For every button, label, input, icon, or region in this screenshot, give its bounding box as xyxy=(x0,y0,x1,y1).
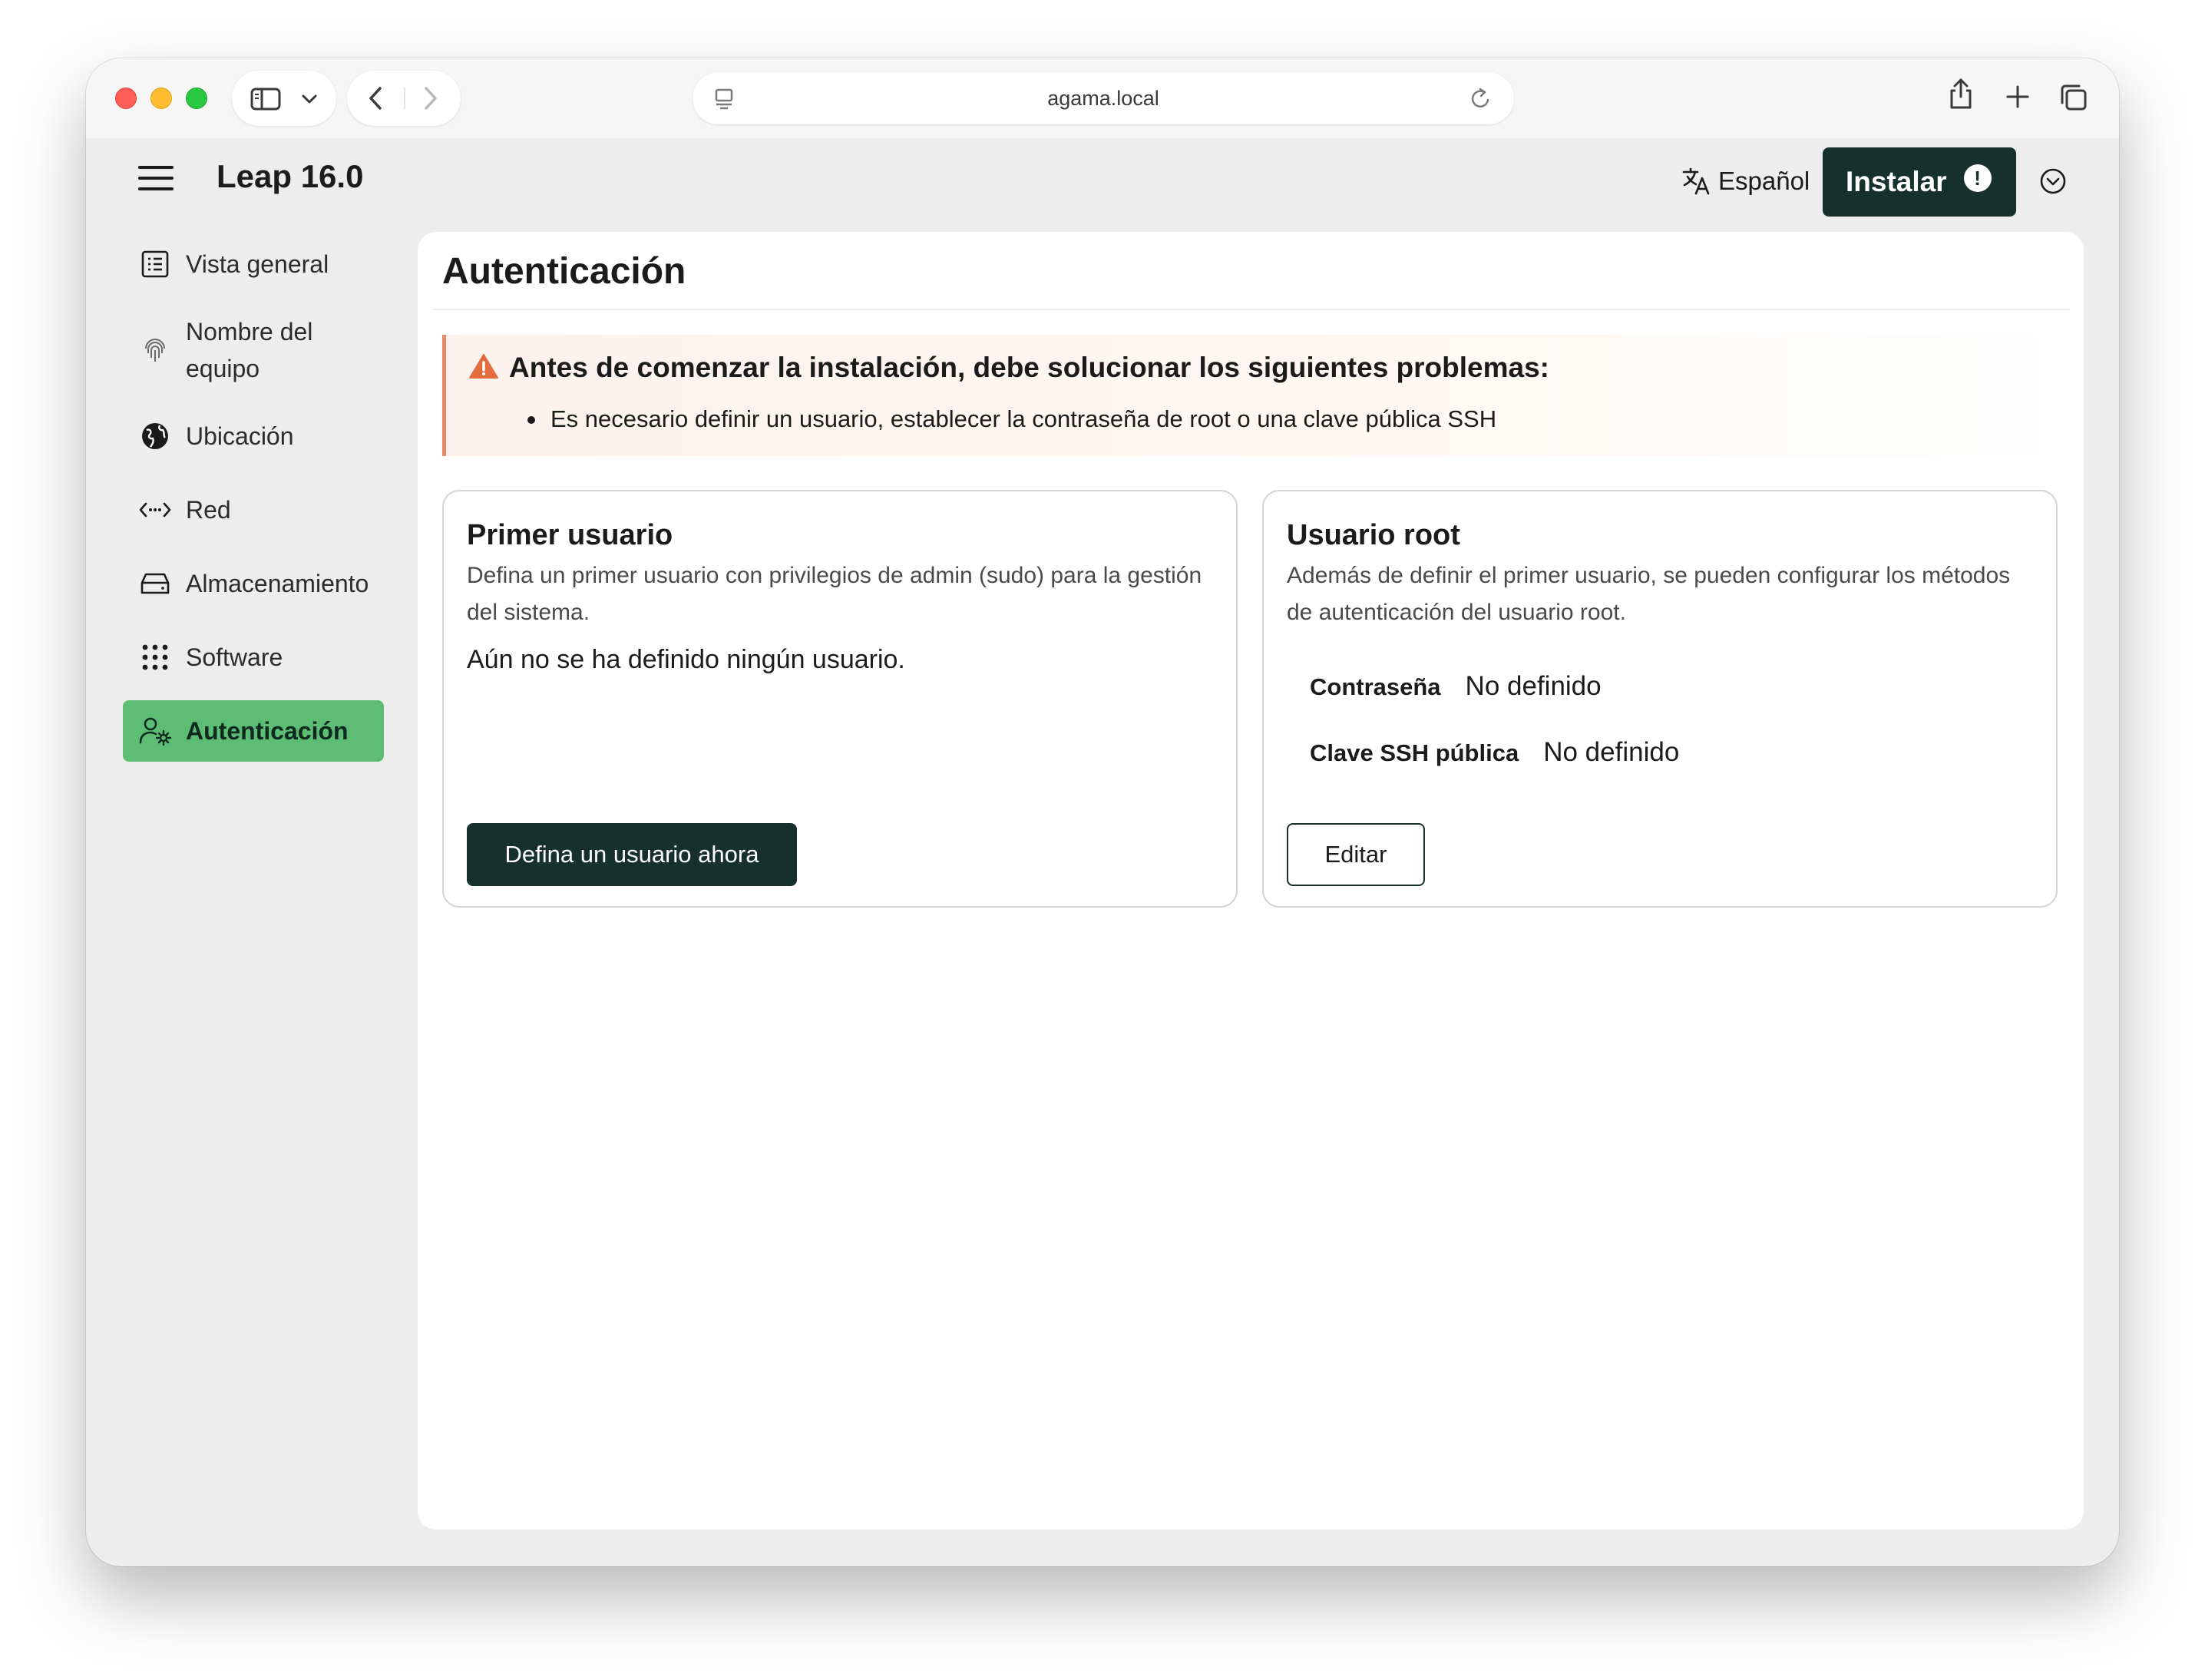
new-tab-icon[interactable] xyxy=(2005,84,2030,109)
root-password-value: No definido xyxy=(1465,671,1602,701)
first-user-status: Aún no se ha definido ningún usuario. xyxy=(467,645,905,674)
divider xyxy=(433,309,2070,310)
close-window-button[interactable] xyxy=(115,88,137,109)
list-icon xyxy=(138,247,172,281)
sidebar-item-label: Almacenamiento xyxy=(186,569,369,597)
back-icon[interactable] xyxy=(367,86,384,111)
sidebar-item-label: Red xyxy=(186,495,231,524)
card-title: Usuario root xyxy=(1287,519,1460,551)
card-title: Primer usuario xyxy=(467,519,673,551)
translate-icon xyxy=(1682,167,1710,195)
sidebar-toggle-group xyxy=(232,71,336,126)
card-description: Defina un primer usuario con privilegios… xyxy=(467,563,1202,625)
install-button[interactable]: Instalar ! xyxy=(1823,147,2016,217)
menu-toggle-button[interactable] xyxy=(138,166,177,197)
sidebar-item-label: Autenticación xyxy=(186,716,349,745)
alert-item: Es necesario definir un usuario, estable… xyxy=(527,405,1497,432)
sidebar-item-label: Software xyxy=(186,643,283,671)
sidebar-item-network[interactable]: Red xyxy=(123,479,384,541)
history-nav-group xyxy=(347,71,461,126)
first-user-card: Primer usuario Defina un primer usuario … xyxy=(442,490,1238,908)
zoom-window-button[interactable] xyxy=(186,88,207,109)
forward-icon[interactable] xyxy=(422,86,439,111)
sidebar-item-authentication[interactable]: Autenticación xyxy=(123,700,384,762)
globe-icon xyxy=(138,419,172,453)
app-header: Leap 16.0 Español Instalar ! xyxy=(86,138,2119,230)
root-ssh-key-value: No definido xyxy=(1543,737,1680,767)
page-icon xyxy=(715,88,733,110)
sidebar-item-label: Ubicación xyxy=(186,422,294,450)
user-settings-icon xyxy=(138,714,172,748)
root-password-row: Contraseña No definido xyxy=(1310,671,1602,702)
warning-alert: Antes de comenzar la instalación, debe s… xyxy=(442,335,2068,456)
root-password-label: Contraseña xyxy=(1310,673,1441,700)
chevron-down-icon[interactable] xyxy=(301,94,318,104)
root-ssh-key-row: Clave SSH pública No definido xyxy=(1310,737,1679,768)
apps-grid-icon xyxy=(138,640,172,674)
install-warning-icon: ! xyxy=(1963,164,1992,192)
sidebar-icon[interactable] xyxy=(250,88,281,111)
network-icon xyxy=(138,493,172,527)
root-user-card: Usuario root Además de definir el primer… xyxy=(1262,490,2058,908)
address-bar[interactable]: agama.local xyxy=(693,72,1514,124)
card-description: Además de definir el primer usuario, se … xyxy=(1287,563,2011,625)
hamburger-icon-line xyxy=(138,177,174,180)
edit-root-button[interactable]: Editar xyxy=(1287,823,1425,886)
address-text: agama.local xyxy=(1047,86,1159,110)
browser-window: agama.local Leap 16.0 Español Instalar !… xyxy=(86,58,2119,1566)
sidebar-item-label: Nombre del equipo xyxy=(186,318,313,382)
sidebar-nav: Vista general Nombre del equipo Ubicació… xyxy=(123,233,384,774)
share-icon[interactable] xyxy=(1947,77,1975,111)
sidebar-item-storage[interactable]: Almacenamiento xyxy=(123,553,384,614)
hard-drive-icon xyxy=(138,567,172,600)
reload-icon[interactable] xyxy=(1469,86,1493,111)
main-content: Autenticación Antes de comenzar la insta… xyxy=(418,232,2084,1530)
user-menu-icon[interactable] xyxy=(2038,166,2068,197)
language-selector[interactable]: Español xyxy=(1681,166,1810,197)
alert-title: Antes de comenzar la instalación, debe s… xyxy=(509,352,1549,383)
sidebar-item-label: Vista general xyxy=(186,250,329,278)
install-label: Instalar xyxy=(1846,166,1947,197)
hamburger-icon xyxy=(138,166,174,169)
sidebar-item-software[interactable]: Software xyxy=(123,627,384,688)
product-name: Leap 16.0 xyxy=(217,158,364,194)
fingerprint-icon xyxy=(138,333,172,367)
minimize-window-button[interactable] xyxy=(150,88,172,109)
sidebar-item-hostname[interactable]: Nombre del equipo xyxy=(123,307,384,393)
root-ssh-key-label: Clave SSH pública xyxy=(1310,739,1519,766)
browser-toolbar: agama.local xyxy=(86,58,2119,138)
define-user-button[interactable]: Defina un usuario ahora xyxy=(467,823,797,886)
sidebar-item-overview[interactable]: Vista general xyxy=(123,233,384,295)
language-label: Español xyxy=(1718,167,1810,195)
warning-icon xyxy=(469,354,498,379)
tab-overview-icon[interactable] xyxy=(2059,83,2088,112)
page-title: Autenticación xyxy=(442,251,686,292)
hamburger-icon-line xyxy=(138,187,174,190)
sidebar-item-location[interactable]: Ubicación xyxy=(123,405,384,467)
